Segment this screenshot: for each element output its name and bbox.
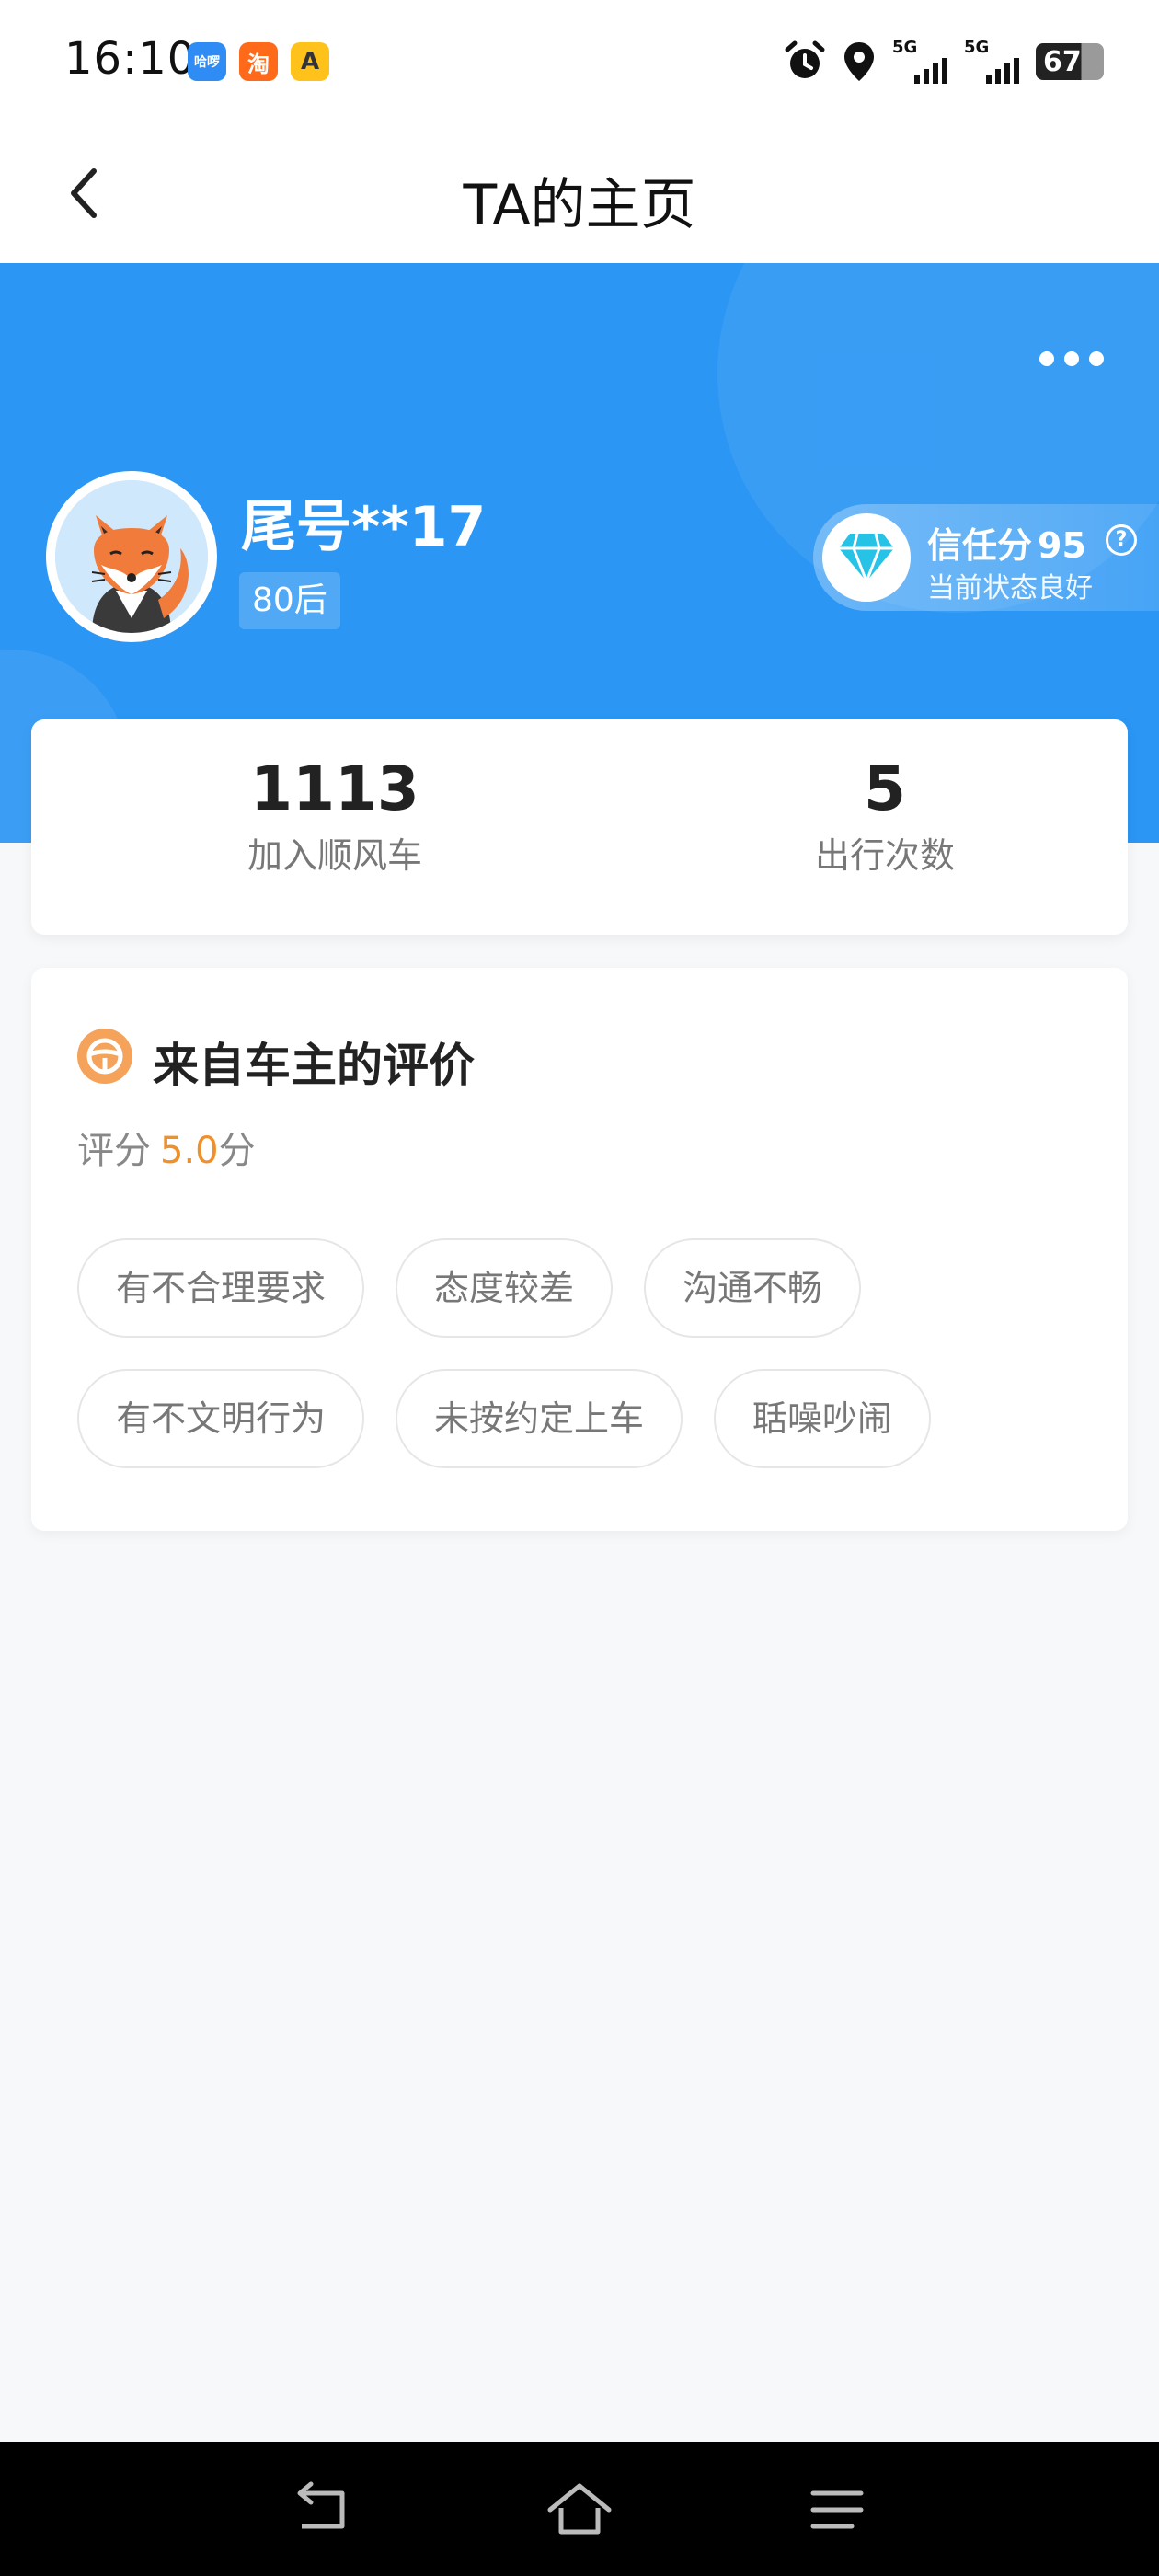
stats-card: 1113 加入顺风车 5 出行次数 xyxy=(31,719,1128,935)
stat-value: 1113 xyxy=(250,753,419,824)
stat-label: 加入顺风车 xyxy=(247,834,422,876)
stat-trip-count: 5 出行次数 xyxy=(701,753,1069,878)
review-tag: 有不合理要求 xyxy=(77,1238,365,1338)
status-icons: 5G 5G 67 xyxy=(767,37,1104,86)
score-value: 5.0 xyxy=(160,1130,219,1172)
system-menu-icon[interactable] xyxy=(800,2473,874,2547)
help-icon[interactable]: ? xyxy=(1106,524,1137,556)
alarm-icon xyxy=(785,40,825,78)
trust-score-badge[interactable]: 信任分 95 ? 当前状态良好 xyxy=(813,504,1159,611)
trust-status: 当前状态良好 xyxy=(927,572,1093,604)
tag-row: 有不合理要求 态度较差 沟通不畅 xyxy=(77,1238,1089,1338)
status-time: 16:10 xyxy=(64,33,197,85)
fox-avatar-image xyxy=(55,480,208,633)
signal-1-icon: 5G xyxy=(892,38,947,84)
haluo-app-icon: 哈啰 xyxy=(188,42,226,81)
more-options-button[interactable] xyxy=(1030,331,1113,386)
diamond-icon xyxy=(822,513,911,602)
review-tag: 态度较差 xyxy=(396,1238,614,1338)
trust-score-value: 95 xyxy=(1038,525,1086,566)
taobao-app-icon: 淘 xyxy=(239,42,278,81)
location-icon xyxy=(844,42,874,81)
user-name: 尾号**17 xyxy=(241,495,487,559)
age-tag: 80后 xyxy=(239,572,340,629)
steering-wheel-icon xyxy=(77,1029,132,1084)
score-label: 评分 xyxy=(77,1130,151,1172)
nav-bar: TA的主页 xyxy=(0,129,1159,263)
review-tag: 未按约定上车 xyxy=(396,1369,683,1468)
rating-score: 评分 5.0分 xyxy=(77,1121,256,1174)
tag-row: 有不文明行为 未按约定上车 聒噪吵闹 xyxy=(77,1369,1089,1468)
page-title: TA的主页 xyxy=(463,173,696,237)
stat-value: 5 xyxy=(864,753,906,824)
review-tag: 聒噪吵闹 xyxy=(714,1369,932,1468)
signal-2-icon: 5G xyxy=(964,38,1019,84)
trust-score-title: 信任分 95 xyxy=(927,517,1086,568)
score-unit: 分 xyxy=(218,1130,256,1172)
more-dots-icon xyxy=(1039,351,1054,366)
trust-label: 信任分 xyxy=(927,525,1033,566)
stat-label: 出行次数 xyxy=(814,834,955,876)
avatar xyxy=(46,471,217,642)
rating-card: 来自车主的评价 评分 5.0分 有不合理要求 态度较差 沟通不畅 有不文明行为 未… xyxy=(31,968,1128,1531)
stat-carpool-joined: 1113 加入顺风车 xyxy=(151,753,519,878)
review-tag: 有不文明行为 xyxy=(77,1369,365,1468)
system-home-icon[interactable] xyxy=(543,2473,616,2547)
review-tags: 有不合理要求 态度较差 沟通不畅 有不文明行为 未按约定上车 聒噪吵闹 xyxy=(77,1238,1089,1500)
system-nav-bar xyxy=(0,2442,1159,2576)
battery-icon: 67 xyxy=(1036,43,1104,80)
rating-title: 来自车主的评价 xyxy=(153,1039,475,1092)
status-bar: 16:10 哈啰 淘 A 5G 5G 67 xyxy=(0,0,1159,129)
system-back-icon[interactable] xyxy=(285,2473,359,2547)
gaode-app-icon: A xyxy=(291,42,329,81)
review-tag: 沟通不畅 xyxy=(644,1238,862,1338)
